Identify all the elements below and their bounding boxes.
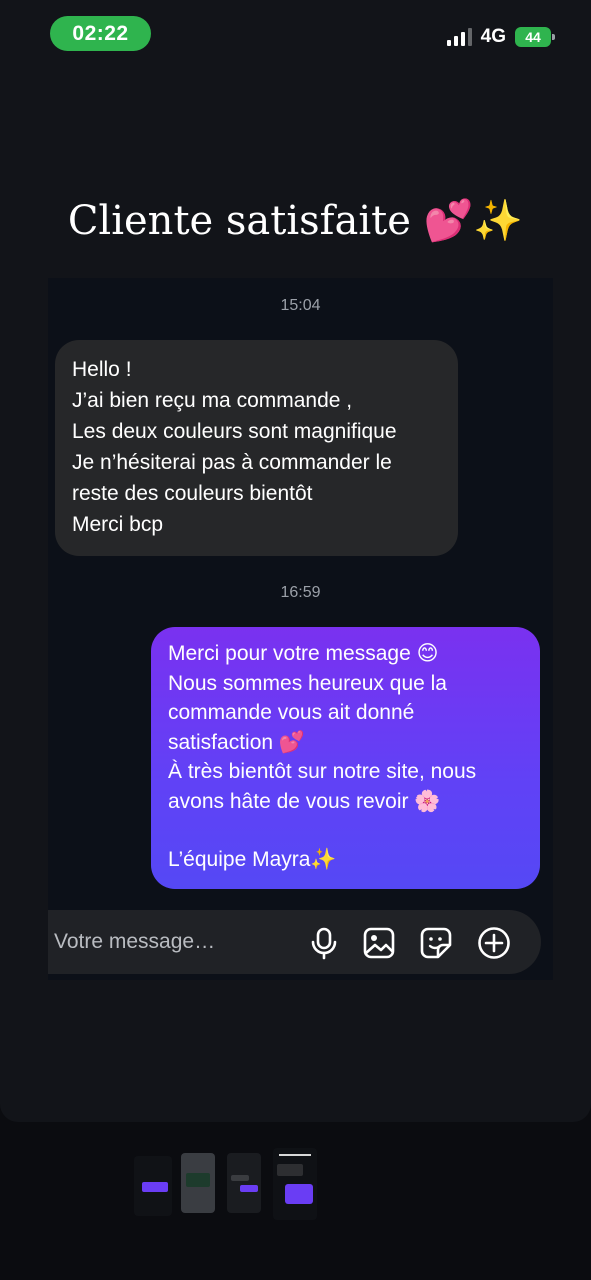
message-line: À très bientôt sur notre site, nous: [168, 760, 477, 783]
message-line: satisfaction 💕: [168, 730, 306, 754]
message-line: avons hâte de vous revoir 🌸: [168, 789, 441, 813]
battery-icon: 44: [515, 27, 555, 47]
message-line-empty: [168, 816, 523, 845]
message-line: Merci bcp: [72, 513, 164, 536]
sticker-icon[interactable]: [419, 926, 453, 960]
message-line: reste des couleurs bientôt: [72, 482, 313, 505]
network-label: 4G: [480, 26, 506, 47]
story-thumbnail[interactable]: [134, 1156, 172, 1216]
message-line: Hello !: [72, 358, 132, 381]
microphone-icon[interactable]: [307, 926, 341, 960]
story-title: Cliente satisfaite 💕✨: [67, 198, 524, 244]
chat-screenshot: 15:04 Hello ! J’ai bien reçu ma commande…: [48, 278, 553, 980]
battery-level: 44: [525, 29, 541, 45]
story-thumbnail[interactable]: [273, 1148, 317, 1220]
message-line: Je n’hésiterai pas à commander le: [72, 451, 392, 474]
message-input[interactable]: Votre message…: [54, 930, 215, 954]
message-line: commande vous ait donné: [168, 701, 415, 724]
message-line: L’équipe Mayra✨: [168, 848, 337, 871]
message-line: Merci pour votre message 😊: [168, 642, 439, 665]
message-line: Nous sommes heureux que la: [168, 671, 447, 695]
message-input-bar[interactable]: Votre message…: [48, 910, 541, 974]
message-timestamp: 15:04: [280, 297, 321, 314]
message-line: Les deux couleurs sont magnifique: [72, 420, 397, 443]
story-thumbnail[interactable]: [227, 1153, 261, 1213]
story-thumbnail[interactable]: [181, 1153, 215, 1213]
image-icon[interactable]: [362, 926, 396, 960]
plus-circle-icon[interactable]: [477, 926, 511, 960]
incoming-message[interactable]: Hello ! J’ai bien reçu ma commande , Les…: [55, 340, 458, 556]
message-line: J’ai bien reçu ma commande ,: [72, 389, 353, 412]
status-time: 02:22: [50, 16, 151, 51]
status-indicators: 4G 44: [446, 26, 555, 48]
message-timestamp: 16:59: [280, 584, 321, 601]
signal-icon: [446, 28, 472, 46]
outgoing-message[interactable]: Merci pour votre message 😊 Nous sommes h…: [151, 627, 540, 889]
